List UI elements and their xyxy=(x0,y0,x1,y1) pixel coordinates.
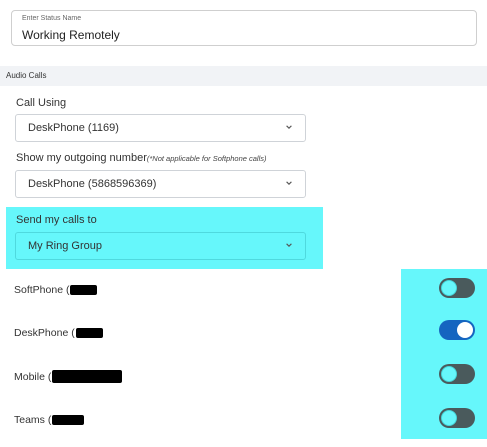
toggle-knob xyxy=(441,366,457,382)
chevron-down-icon xyxy=(286,243,292,247)
send-calls-highlight: Send my calls to My Ring Group xyxy=(6,207,323,269)
status-name-field[interactable]: Enter Status Name Working Remotely xyxy=(11,10,477,46)
outgoing-number-label-text: Show my outgoing number xyxy=(16,152,147,164)
outgoing-number-dropdown[interactable]: DeskPhone (5868596369) xyxy=(15,170,306,198)
outgoing-number-note: (*Not applicable for Softphone calls) xyxy=(146,154,267,163)
send-calls-value: My Ring Group xyxy=(28,240,102,252)
audio-calls-section-header: Audio Calls xyxy=(0,66,487,86)
device-label-teams: Teams ( xyxy=(14,414,52,426)
softphone-toggle[interactable] xyxy=(439,278,475,298)
send-calls-label: Send my calls to xyxy=(16,214,97,226)
status-name-label: Enter Status Name xyxy=(22,15,82,22)
outgoing-number-value: DeskPhone (5868596369) xyxy=(28,178,157,190)
call-using-dropdown[interactable]: DeskPhone (1169) xyxy=(15,114,306,142)
call-using-value: DeskPhone (1169) xyxy=(28,122,119,134)
chevron-down-icon xyxy=(286,125,292,129)
outgoing-number-label: Show my outgoing number(*Not applicable … xyxy=(16,152,267,164)
call-using-label: Call Using xyxy=(16,97,67,109)
toggle-knob xyxy=(457,322,473,338)
deskphone-toggle[interactable] xyxy=(439,320,475,340)
device-label-mobile: Mobile ( xyxy=(14,370,52,383)
device-row-mobile: Mobile ( xyxy=(14,370,123,383)
device-label-softphone: SoftPhone ( xyxy=(14,284,70,296)
device-row-deskphone: DeskPhone ( xyxy=(14,327,103,339)
send-calls-dropdown[interactable]: My Ring Group xyxy=(15,232,306,260)
device-label-deskphone: DeskPhone ( xyxy=(14,327,75,339)
chevron-down-icon xyxy=(286,181,292,185)
device-row-softphone: SoftPhone ( xyxy=(14,284,98,296)
toggle-knob xyxy=(441,280,457,296)
teams-toggle[interactable] xyxy=(439,408,475,428)
mobile-toggle[interactable] xyxy=(439,364,475,384)
status-name-value[interactable]: Working Remotely xyxy=(22,28,120,42)
audio-calls-title: Audio Calls xyxy=(6,71,47,80)
device-row-teams: Teams ( xyxy=(14,414,85,426)
redacted-number xyxy=(52,370,123,383)
toggle-knob xyxy=(441,410,457,426)
redacted-number xyxy=(52,415,85,425)
redacted-number xyxy=(75,328,103,338)
redacted-number xyxy=(70,285,98,295)
